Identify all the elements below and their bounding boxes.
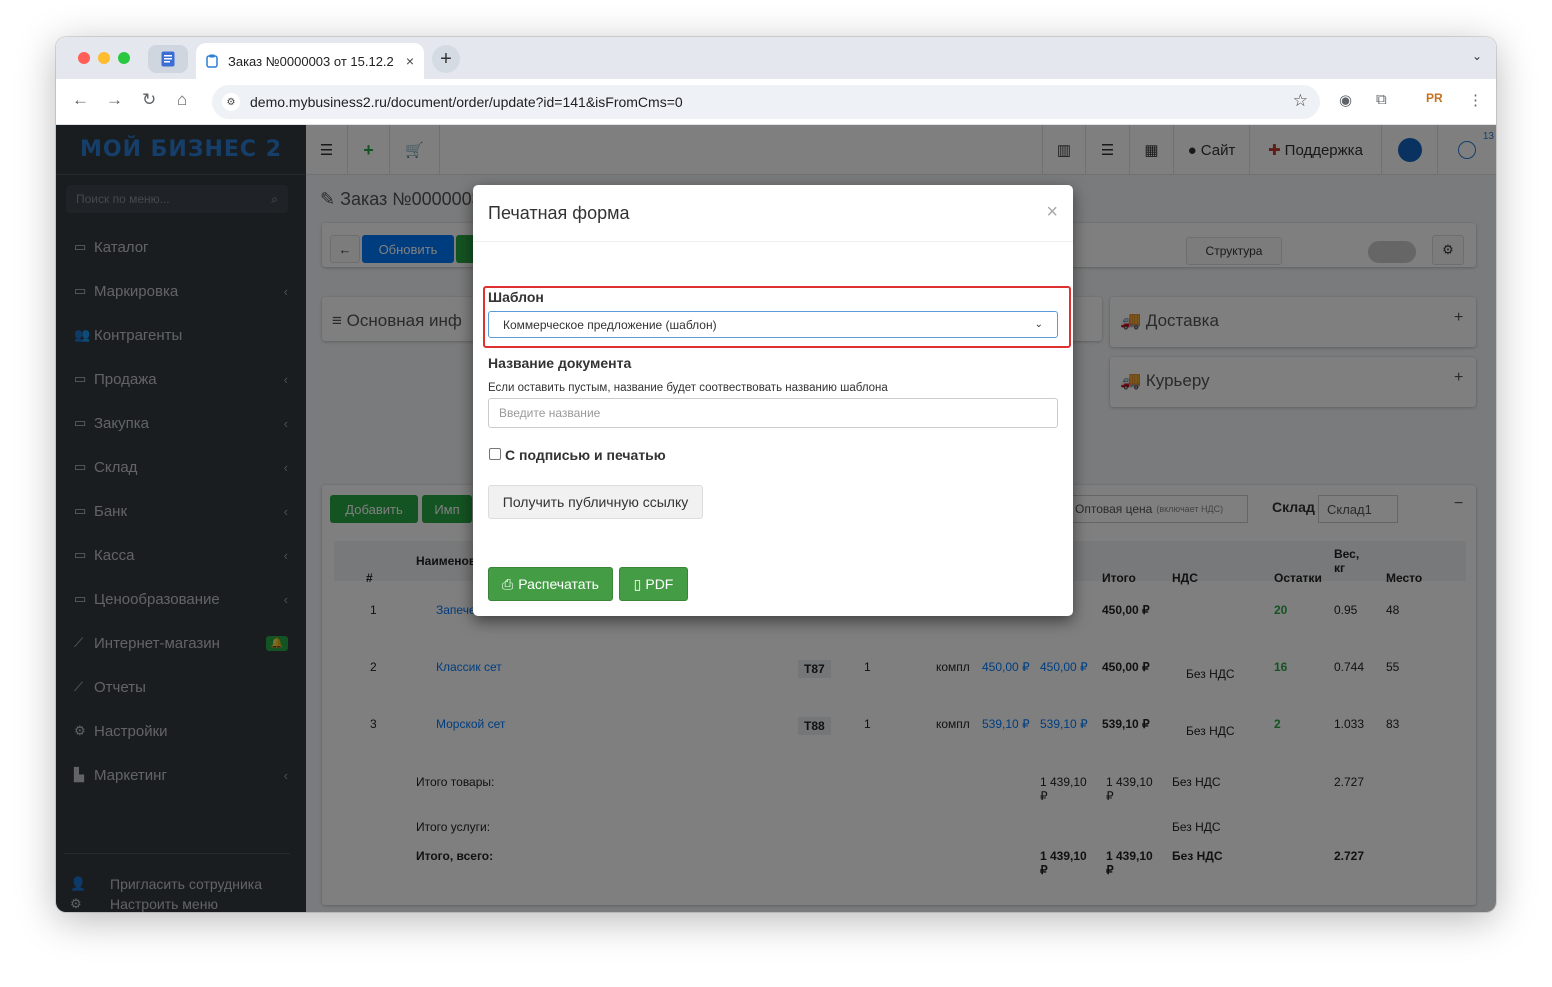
doc-name-label: Название документа <box>488 355 632 371</box>
tab-search-button[interactable] <box>148 45 188 73</box>
sign-stamp-label[interactable]: С подписью и печатью <box>505 447 666 463</box>
file-pdf-icon: ▯ <box>633 575 642 592</box>
tab-close-icon[interactable]: × <box>406 53 414 69</box>
forward-arrow-icon[interactable]: → <box>106 90 123 110</box>
browser-tab-active[interactable]: Заказ №0000003 от 15.12.2 × <box>196 43 424 79</box>
close-window-button[interactable] <box>78 52 90 64</box>
bookmark-star-icon[interactable]: ☆ <box>1293 91 1308 111</box>
favicon-icon <box>206 54 218 68</box>
tab-title: Заказ №0000003 от 15.12.2 <box>228 53 394 69</box>
site-settings-icon[interactable]: ⚙ <box>222 93 240 111</box>
template-label: Шаблон <box>488 289 544 305</box>
extensions-icon[interactable]: ⧉ <box>1376 91 1387 108</box>
browser-window: Заказ №0000003 от 15.12.2 × + ⌄ ← → ↻ ⌂ … <box>56 37 1496 912</box>
public-link-button[interactable]: Получить публичную ссылку <box>488 485 703 519</box>
chevron-down-icon: ⌄ <box>1034 319 1043 330</box>
camera-icon[interactable]: ◉ <box>1339 91 1352 109</box>
back-arrow-icon[interactable]: ← <box>72 90 89 110</box>
reload-icon[interactable]: ↻ <box>142 90 156 110</box>
tab-list-chevron-icon[interactable]: ⌄ <box>1472 49 1482 63</box>
doc-name-input[interactable]: Введите название <box>488 398 1058 428</box>
modal-title: Печатная форма <box>488 203 630 223</box>
modal-divider <box>473 241 1073 242</box>
profile-avatar[interactable]: PR <box>1426 91 1443 105</box>
address-bar[interactable]: ⚙ demo.mybusiness2.ru/document/order/upd… <box>212 85 1320 119</box>
modal-close-button[interactable]: × <box>1046 201 1058 224</box>
menu-dots-icon[interactable]: ⋮ <box>1468 91 1483 109</box>
print-form-modal: Печатная форма × Шаблон Коммерческое пре… <box>473 185 1073 616</box>
new-tab-button[interactable]: + <box>432 45 460 73</box>
template-select[interactable]: Коммерческое предложение (шаблон) ⌄ <box>488 311 1058 338</box>
document-icon <box>161 51 175 67</box>
url-text: demo.mybusiness2.ru/document/order/updat… <box>250 94 683 110</box>
printer-icon: ⎙ <box>502 575 514 592</box>
home-icon[interactable]: ⌂ <box>177 90 187 110</box>
tab-bar: Заказ №0000003 от 15.12.2 × + ⌄ <box>56 37 1496 79</box>
maximize-window-button[interactable] <box>118 52 130 64</box>
doc-name-help: Если оставить пустым, название будет соо… <box>488 382 888 394</box>
address-toolbar: ← → ↻ ⌂ ⚙ demo.mybusiness2.ru/document/o… <box>56 79 1496 125</box>
pdf-button[interactable]: ▯ PDF <box>619 567 688 601</box>
minimize-window-button[interactable] <box>98 52 110 64</box>
sign-stamp-checkbox[interactable] <box>489 448 501 460</box>
print-button[interactable]: ⎙ Распечатать <box>488 567 613 601</box>
